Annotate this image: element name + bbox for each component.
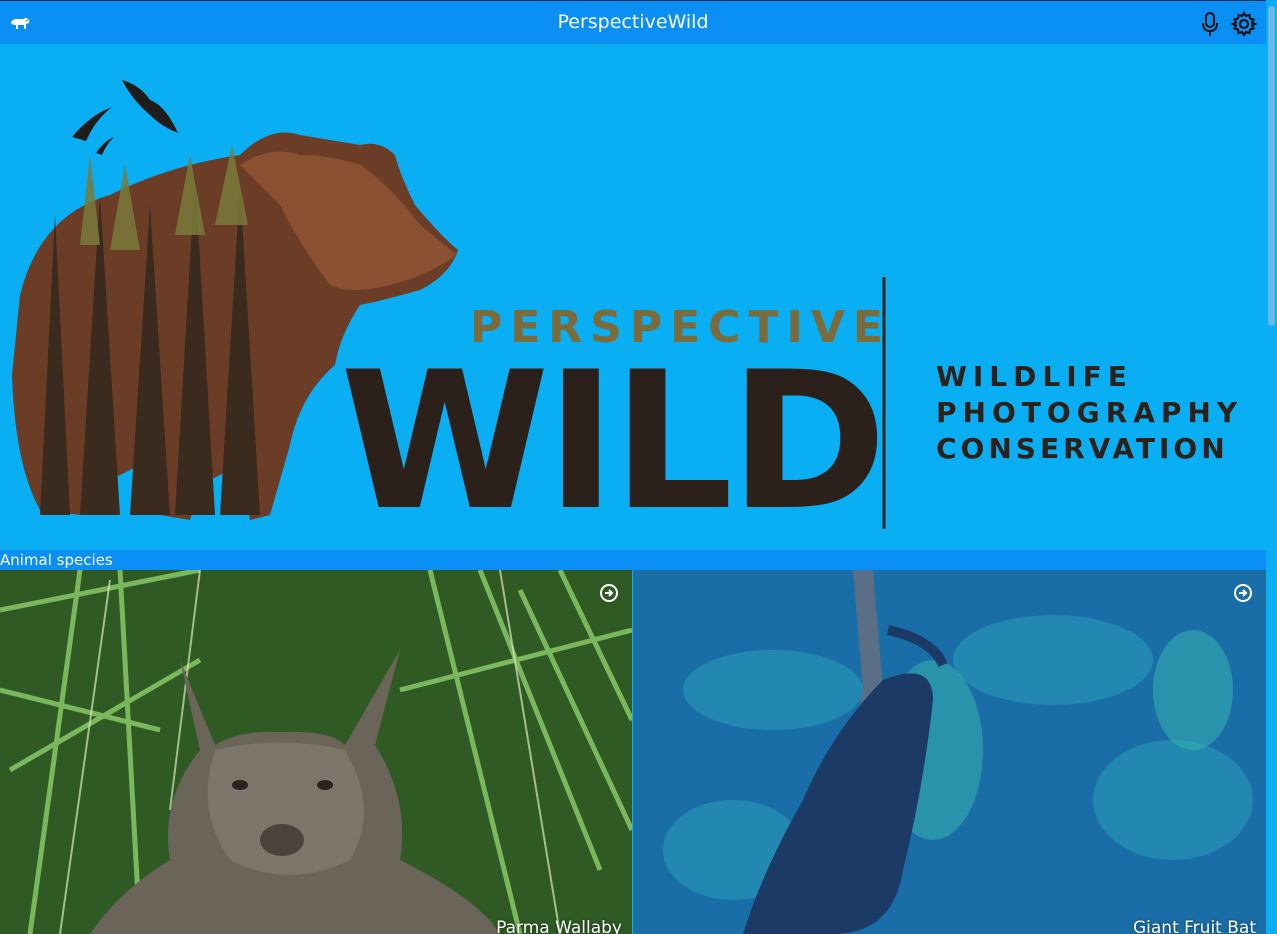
section-title: Animal species	[0, 551, 113, 569]
open-arrow-icon[interactable]	[1233, 583, 1253, 603]
giant-fruit-bat-photo	[633, 570, 1266, 934]
top-bar: PerspectiveWild	[0, 0, 1266, 44]
scrollbar-thumb[interactable]	[1268, 6, 1275, 326]
gear-icon[interactable]	[1230, 10, 1258, 38]
species-card-giant-fruit-bat[interactable]: Giant Fruit Bat	[633, 570, 1266, 934]
section-header: Animal species	[0, 550, 1266, 570]
parma-wallaby-photo	[0, 570, 632, 934]
wordmark-main: WILD	[340, 331, 883, 550]
tagline-wildlife: WILDLIFE	[936, 360, 1133, 393]
open-arrow-icon[interactable]	[599, 583, 619, 603]
tagline-conservation: CONSERVATION	[936, 432, 1229, 465]
perspective-wild-logo: PERSPECTIVE WILD WILDLIFE PHOTOGRAPHY CO…	[12, 80, 1243, 550]
scrollbar[interactable]	[1266, 0, 1277, 934]
hero-banner: PERSPECTIVE WILD WILDLIFE PHOTOGRAPHY CO…	[0, 45, 1266, 550]
app-title: PerspectiveWild	[557, 11, 709, 33]
species-card-parma-wallaby[interactable]: Parma Wallaby	[0, 570, 632, 934]
species-name: Giant Fruit Bat	[1132, 918, 1256, 934]
microphone-icon[interactable]	[1199, 11, 1221, 37]
tagline-photography: PHOTOGRAPHY	[936, 396, 1243, 429]
species-name: Parma Wallaby	[496, 918, 622, 934]
